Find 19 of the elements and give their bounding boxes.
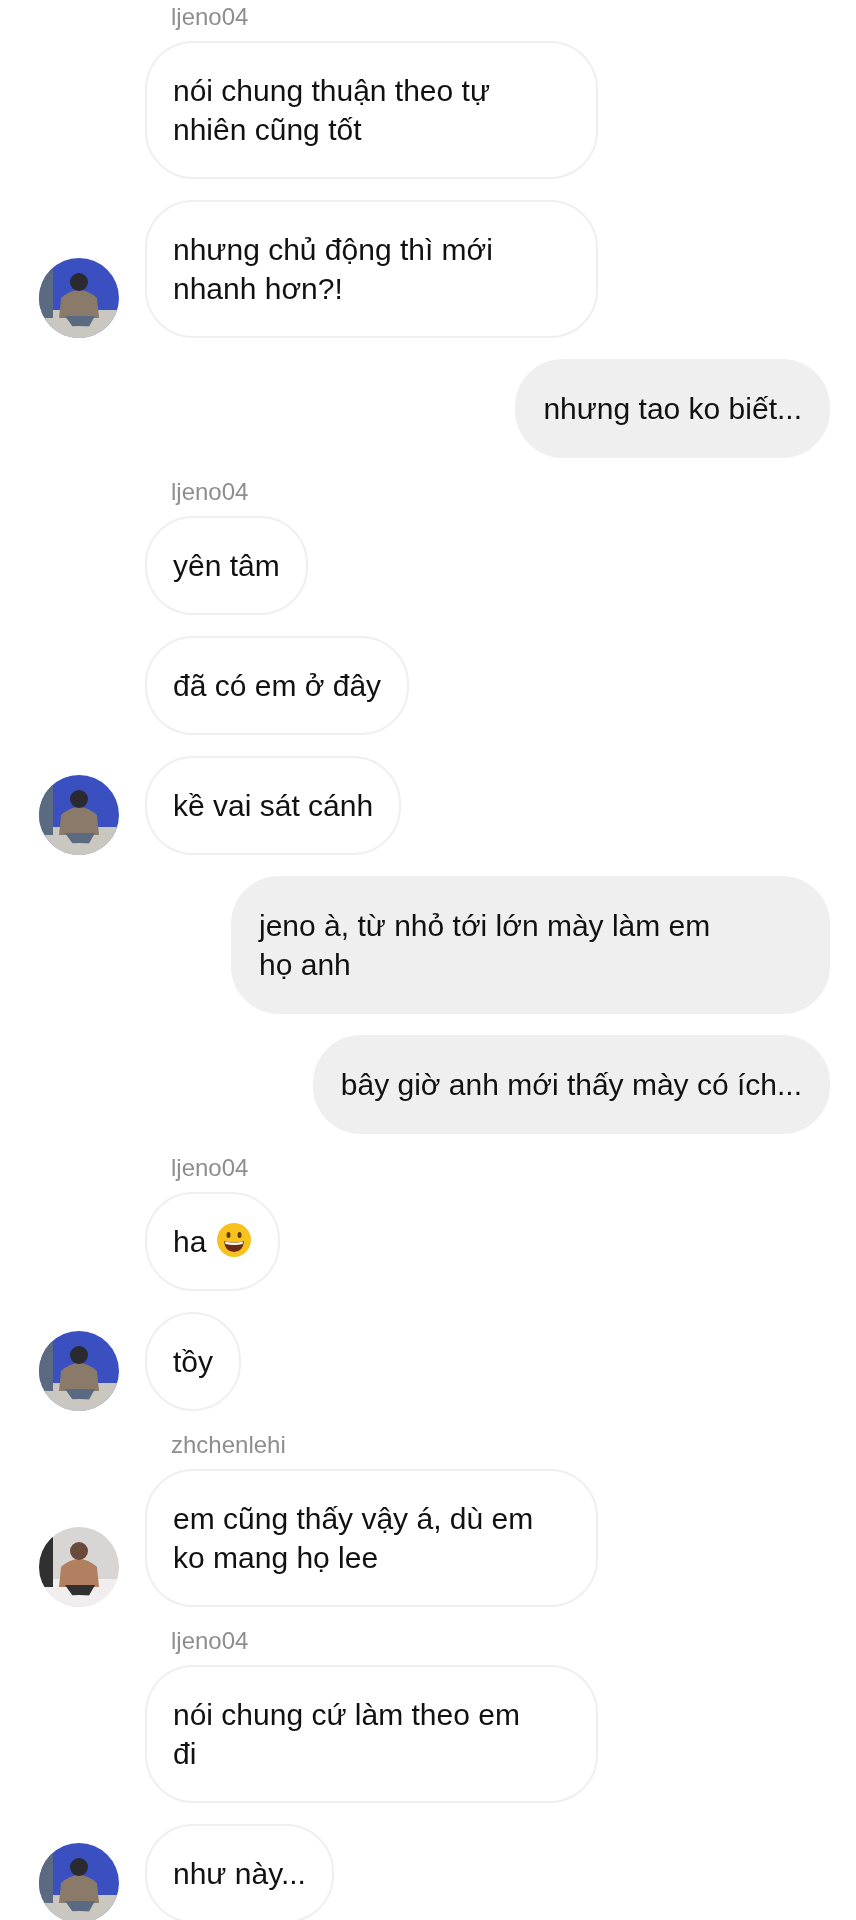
message-bubble: nhưng chủ động thì mới nhanh hơn?!	[145, 200, 598, 338]
message-bubble: bây giờ anh mới thấy mày có ích...	[312, 1035, 830, 1134]
message-bubble: tồy	[145, 1312, 242, 1411]
message-bubble: em cũng thấy vậy á, dù em ko mang họ lee	[145, 1469, 598, 1607]
message-bubble: nói chung cứ làm theo em đi	[145, 1665, 598, 1803]
sender-username: ljeno04	[171, 1628, 249, 1654]
message-bubble: nói chung thuận theo tự nhiên cũng tốt	[145, 41, 598, 179]
message-bubble: như này...	[145, 1824, 334, 1920]
sender-username: ljeno04	[171, 4, 249, 30]
message-bubble: yên tâm	[145, 516, 308, 615]
message-bubble: kề vai sát cánh	[145, 756, 402, 855]
message-bubble: ha	[145, 1192, 281, 1291]
sender-username: ljeno04	[171, 1155, 249, 1181]
grinning-face-icon	[216, 1222, 253, 1258]
message-bubble: nhưng tao ko biết...	[515, 359, 830, 458]
sender-username: zhchenlehi	[171, 1432, 286, 1458]
sender-username: ljeno04	[171, 479, 249, 505]
message-bubble: đã có em ở đây	[145, 636, 410, 735]
message-bubble: jeno à, từ nhỏ tới lớn mày làm em họ anh	[231, 876, 830, 1014]
